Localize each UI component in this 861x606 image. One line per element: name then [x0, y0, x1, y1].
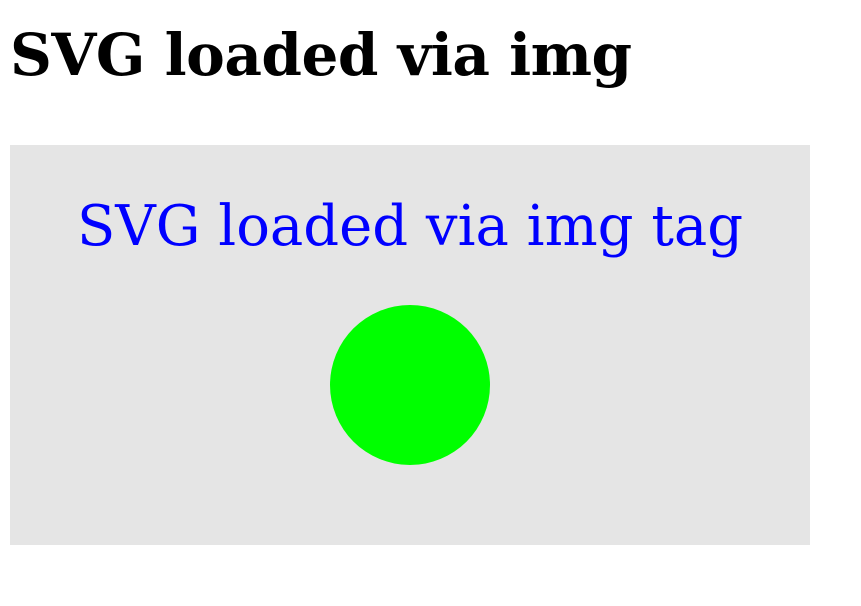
page-heading: SVG loaded via img — [10, 21, 632, 89]
svg-image: SVG loaded via img tag — [10, 145, 810, 545]
green-circle — [330, 305, 490, 465]
svg-caption: SVG loaded via img tag — [77, 194, 743, 259]
